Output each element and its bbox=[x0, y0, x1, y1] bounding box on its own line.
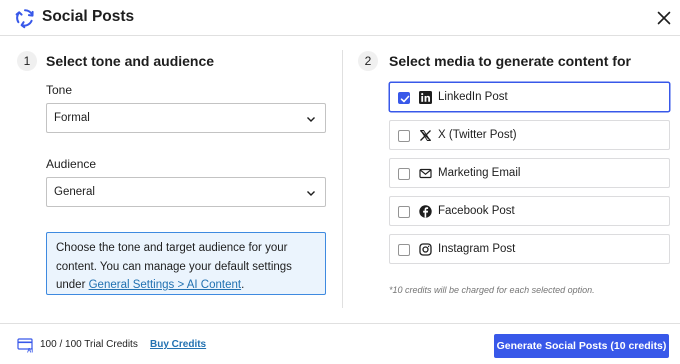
step-number-1: 1 bbox=[17, 51, 37, 71]
option-label: LinkedIn Post bbox=[438, 91, 508, 103]
audience-value: General bbox=[54, 186, 95, 198]
tone-value: Formal bbox=[54, 112, 90, 124]
chevron-down-icon bbox=[307, 191, 315, 196]
social-posts-dialog: Social Posts 1 Select tone and audience … bbox=[0, 0, 680, 364]
section-title-tone: Select tone and audience bbox=[46, 53, 215, 69]
linkedin-checkbox[interactable] bbox=[398, 92, 410, 104]
generate-social-posts-button[interactable]: Generate Social Posts (10 credits) bbox=[494, 334, 669, 358]
trial-credits: 100 / 100 Trial Credits bbox=[40, 339, 138, 350]
media-option-instagram[interactable]: Instagram Post bbox=[389, 234, 670, 264]
x-icon bbox=[419, 130, 432, 141]
option-label: Instagram Post bbox=[438, 243, 516, 255]
audience-select[interactable]: General bbox=[46, 177, 326, 207]
dialog-header: Social Posts bbox=[0, 0, 680, 36]
tone-label: Tone bbox=[46, 83, 73, 97]
media-option-linkedin[interactable]: LinkedIn Post bbox=[389, 82, 670, 112]
chevron-down-icon bbox=[307, 117, 315, 122]
option-label: X (Twitter Post) bbox=[438, 129, 517, 141]
email-checkbox[interactable] bbox=[398, 168, 410, 180]
instagram-icon bbox=[419, 243, 432, 256]
general-settings-link[interactable]: General Settings > AI Content bbox=[89, 279, 241, 291]
section-divider bbox=[342, 50, 343, 308]
step-number-2: 2 bbox=[358, 51, 378, 71]
svg-text:AI: AI bbox=[27, 349, 33, 353]
x-checkbox[interactable] bbox=[398, 130, 410, 142]
ai-credit-card-icon: AI bbox=[17, 338, 33, 353]
dialog-footer: AI 100 / 100 Trial Credits Buy Credits G… bbox=[0, 323, 680, 364]
info-suffix: . bbox=[241, 279, 245, 291]
option-label: Marketing Email bbox=[438, 167, 521, 179]
dialog-title: Social Posts bbox=[42, 8, 135, 25]
instagram-checkbox[interactable] bbox=[398, 244, 410, 256]
audience-label: Audience bbox=[46, 157, 97, 171]
buy-credits-link[interactable]: Buy Credits bbox=[150, 339, 206, 350]
mail-icon bbox=[419, 168, 432, 179]
section-title-media: Select media to generate content for bbox=[389, 53, 631, 69]
info-notice: Choose the tone and target audience for … bbox=[46, 232, 326, 295]
media-option-x[interactable]: X (Twitter Post) bbox=[389, 120, 670, 150]
media-option-facebook[interactable]: Facebook Post bbox=[389, 196, 670, 226]
media-option-email[interactable]: Marketing Email bbox=[389, 158, 670, 188]
close-icon[interactable] bbox=[653, 7, 675, 29]
credits-note: *10 credits will be charged for each sel… bbox=[389, 285, 595, 295]
check-icon bbox=[400, 95, 410, 103]
tone-select[interactable]: Formal bbox=[46, 103, 326, 133]
linkedin-icon bbox=[419, 91, 432, 104]
circular-arrows-logo-icon bbox=[15, 9, 34, 29]
facebook-checkbox[interactable] bbox=[398, 206, 410, 218]
option-label: Facebook Post bbox=[438, 205, 515, 217]
facebook-icon bbox=[419, 205, 432, 218]
